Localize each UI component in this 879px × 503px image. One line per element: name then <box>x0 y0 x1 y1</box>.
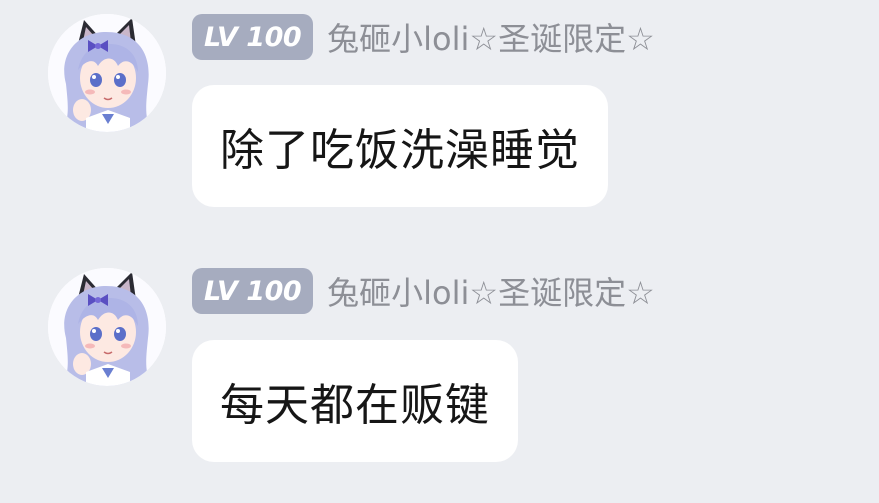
sender-row: LV 100 兔砸小loli☆圣诞限定☆ <box>192 14 655 60</box>
sender-name[interactable]: 兔砸小loli☆圣诞限定☆ <box>327 268 655 314</box>
level-badge: LV 100 <box>192 14 314 60</box>
anime-girl-avatar-icon <box>48 268 166 386</box>
avatar[interactable] <box>48 14 166 132</box>
anime-girl-avatar-icon <box>48 14 166 132</box>
message-bubble[interactable]: 除了吃饭洗澡睡觉 <box>192 85 608 207</box>
message-bubble[interactable]: 每天都在贩键 <box>192 340 518 462</box>
avatar[interactable] <box>48 268 166 386</box>
sender-row: LV 100 兔砸小loli☆圣诞限定☆ <box>192 268 655 314</box>
level-badge: LV 100 <box>192 268 314 314</box>
sender-name[interactable]: 兔砸小loli☆圣诞限定☆ <box>327 14 655 60</box>
